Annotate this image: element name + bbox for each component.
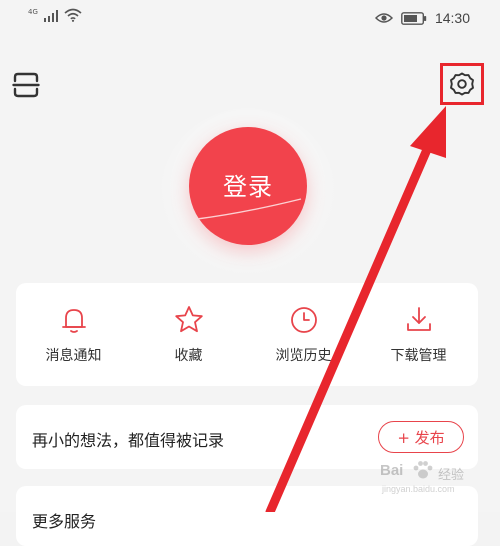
login-button[interactable]: 登录 bbox=[189, 127, 307, 245]
settings-button[interactable] bbox=[440, 63, 484, 105]
watermark-url: jingyan.baidu.com bbox=[382, 484, 455, 494]
notifications-label: 消息通知 bbox=[45, 348, 102, 364]
login-label: 登录 bbox=[223, 172, 273, 201]
quick-actions-card: 消息通知 收藏 浏览历史 下载管理 bbox=[16, 283, 478, 386]
status-left: 4G bbox=[28, 8, 82, 22]
paw-logo-icon bbox=[413, 461, 433, 479]
downloads-action[interactable]: 下载管理 bbox=[361, 283, 476, 386]
history-action[interactable]: 浏览历史 bbox=[246, 283, 361, 386]
wifi-icon bbox=[64, 8, 82, 22]
watermark-brand: Bai bbox=[380, 462, 404, 479]
downloads-label: 下载管理 bbox=[390, 348, 447, 364]
battery-icon bbox=[401, 11, 427, 25]
star-icon bbox=[174, 306, 203, 333]
bell-icon bbox=[61, 309, 86, 333]
favorites-label: 收藏 bbox=[174, 348, 203, 364]
scan-icon[interactable] bbox=[12, 72, 40, 98]
signal-icon bbox=[43, 10, 59, 22]
eye-icon bbox=[374, 13, 393, 23]
app-screen: 4G 14:30 登录 消息通知 收藏 浏览历史 下载管理 再小的想法，都值得被… bbox=[0, 0, 500, 546]
status-right: 14:30 bbox=[374, 10, 470, 26]
history-label: 浏览历史 bbox=[275, 348, 332, 364]
clock-icon bbox=[290, 307, 317, 333]
gear-icon bbox=[450, 72, 474, 96]
watermark-brand-cn: 经验 bbox=[438, 468, 465, 483]
publish-prompt: 再小的想法，都值得被记录 bbox=[32, 431, 225, 450]
download-icon bbox=[406, 307, 431, 331]
status-bar: 4G 14:30 bbox=[0, 0, 500, 36]
network-type: 4G bbox=[28, 8, 38, 16]
status-time: 14:30 bbox=[434, 10, 470, 26]
watermark: Bai 经验 jingyan.baidu.com bbox=[380, 458, 492, 506]
publish-button[interactable]: + 发布 bbox=[378, 421, 464, 453]
favorites-action[interactable]: 收藏 bbox=[131, 283, 246, 386]
notifications-action[interactable]: 消息通知 bbox=[16, 283, 131, 386]
